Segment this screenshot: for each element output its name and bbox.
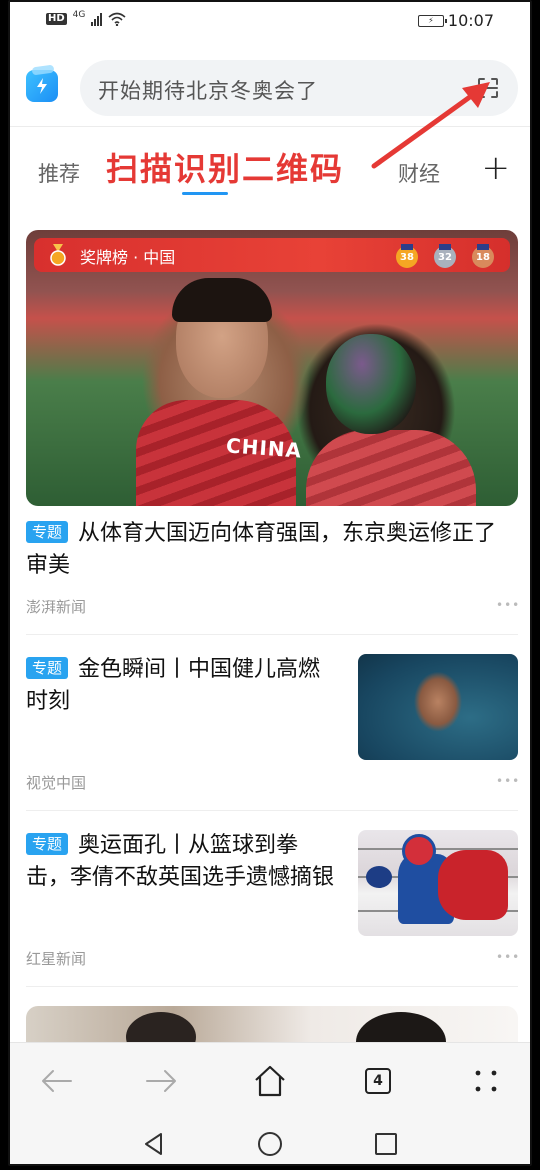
signal-icon (91, 12, 103, 26)
nav-back-icon[interactable] (138, 1128, 170, 1160)
hero-card[interactable]: CHINA 奖牌榜 · 中国 38 32 18 (26, 230, 518, 506)
topic-tag: 专题 (26, 833, 69, 855)
browser-toolbar: 4 (10, 1042, 530, 1120)
search-query: 开始期待北京冬奥会了 (98, 79, 318, 103)
tab-recommend[interactable]: 推荐 (38, 158, 80, 188)
medal-icon (50, 244, 66, 266)
athlete-hair (172, 278, 272, 322)
article-source-1: 澎湃新闻 (26, 598, 87, 616)
active-tab-indicator (182, 192, 228, 195)
more-options-icon[interactable]: ••• (496, 774, 520, 788)
article-headline: 从体育大国迈向体育强国，东京奥运修正了审美 (26, 521, 497, 578)
article-title-1[interactable]: 专题 从体育大国迈向体育强国，东京奥运修正了审美 (26, 518, 506, 582)
back-arrow-icon[interactable] (36, 1061, 76, 1101)
article-source-3: 红星新闻 (26, 950, 87, 968)
annotation-arrow-icon (371, 82, 490, 169)
silver-medal: 32 (434, 244, 456, 268)
list-divider (26, 986, 518, 987)
status-bar: HD 4G ⚡ 10:07 (10, 2, 530, 42)
more-options-icon[interactable]: ••• (496, 950, 520, 964)
list-divider (26, 810, 518, 811)
browser-screen: HD 4G ⚡ 10:07 开始期待北京冬奥会了 推荐 财经 + 扫描识别二维码… (8, 0, 532, 1166)
nav-recents-icon[interactable] (370, 1128, 402, 1160)
article-thumbnail-diver[interactable] (358, 654, 518, 760)
wifi-icon (108, 12, 126, 26)
clock: 10:07 (447, 11, 494, 30)
athlete-head-2 (326, 334, 416, 434)
more-options-icon[interactable]: ••• (496, 598, 520, 612)
athlete-jersey-2 (306, 430, 476, 506)
home-icon[interactable] (250, 1061, 290, 1101)
topic-tag: 专题 (26, 657, 69, 679)
menu-dots-icon[interactable] (466, 1061, 506, 1101)
annotation-label: 扫描识别二维码 (106, 144, 345, 190)
article-source-2: 视觉中国 (26, 774, 87, 792)
forward-arrow-icon[interactable] (142, 1061, 182, 1101)
list-divider (26, 634, 518, 635)
medal-table-banner[interactable]: 奖牌榜 · 中国 38 32 18 (34, 238, 510, 272)
article-title-2[interactable]: 专题 金色瞬间丨中国健儿高燃时刻 (26, 654, 342, 718)
network-type: 4G (72, 10, 86, 20)
gold-medal: 38 (396, 244, 418, 268)
article-headline: 奥运面孔丨从篮球到拳击，李倩不敌英国选手遗憾摘银 (26, 833, 335, 890)
article-thumbnail-boxing[interactable] (358, 830, 518, 936)
hd-badge: HD (46, 13, 67, 25)
next-article-card[interactable] (26, 1006, 518, 1046)
topic-tag: 专题 (26, 521, 69, 543)
article-title-3[interactable]: 专题 奥运面孔丨从篮球到拳击，李倩不敌英国选手遗憾摘银 (26, 830, 342, 894)
system-nav-bar (10, 1120, 530, 1164)
article-headline: 金色瞬间丨中国健儿高燃时刻 (26, 657, 321, 714)
nav-home-icon[interactable] (254, 1128, 286, 1160)
browser-logo-icon[interactable] (26, 70, 58, 102)
bronze-medal: 18 (472, 244, 494, 268)
tabs-button[interactable]: 4 (358, 1061, 398, 1101)
tab-count: 4 (365, 1068, 391, 1094)
medal-table-title: 奖牌榜 · 中国 (80, 248, 176, 267)
battery-icon: ⚡ (417, 14, 447, 27)
